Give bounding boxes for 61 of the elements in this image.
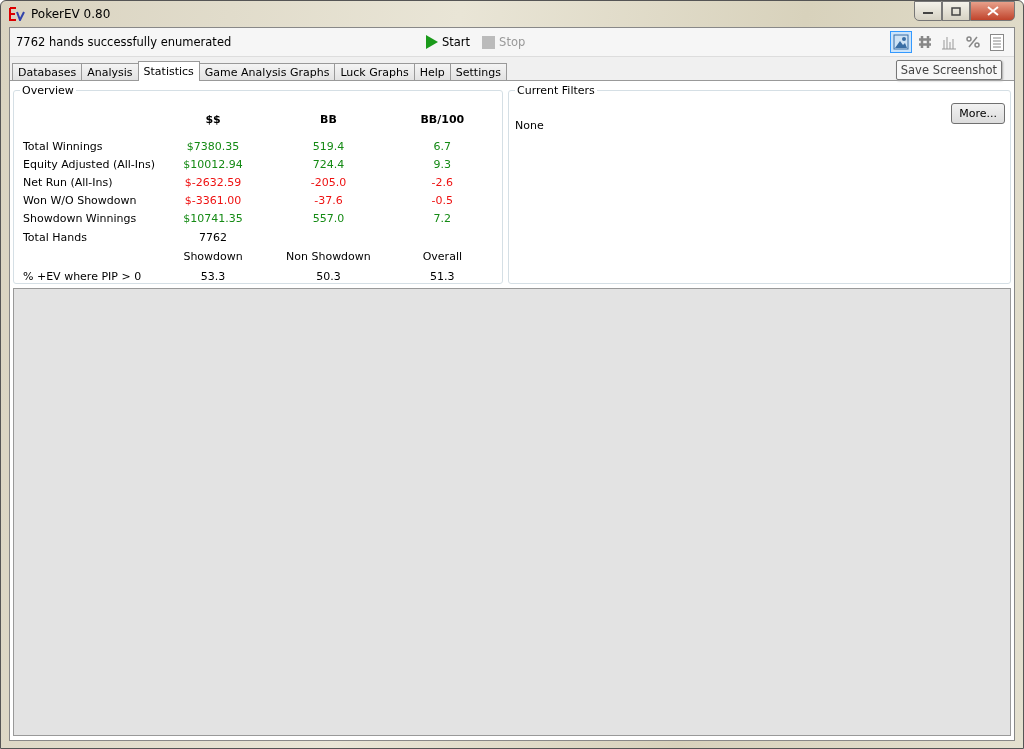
filter-value: None — [515, 119, 545, 132]
minimize-button[interactable] — [914, 1, 942, 21]
list-icon — [990, 33, 1004, 51]
tab[interactable]: Statistics — [137, 61, 200, 81]
table-cell: $-2632.59 — [184, 175, 242, 189]
tab[interactable]: Luck Graphs — [334, 63, 415, 80]
toolbar-button[interactable] — [890, 31, 912, 53]
maximize-icon — [951, 6, 961, 16]
stop-icon — [482, 35, 496, 49]
column-header: $$ — [204, 111, 222, 128]
app-logo-icon — [9, 7, 25, 21]
status-text: 7762 hands successfully enumerated — [16, 35, 233, 49]
table-cell: 557.0 — [312, 212, 345, 226]
start-button[interactable]: Start — [420, 33, 477, 51]
row-label: Equity Adjusted (All-Ins) — [23, 157, 156, 171]
row-label: Total Winnings — [23, 139, 103, 153]
column-header: Showdown — [183, 250, 243, 264]
panel-title: Overview — [21, 84, 75, 97]
close-button[interactable] — [970, 1, 1015, 21]
row-label: Won W/O Showdown — [23, 194, 137, 208]
tab[interactable]: Settings — [449, 63, 507, 80]
table-cell: 7762 — [199, 230, 228, 244]
maximize-button[interactable] — [942, 1, 970, 21]
column-header: Non Showdown — [286, 250, 371, 264]
table-cell: -0.5 — [431, 194, 454, 208]
more-button[interactable]: More... — [951, 103, 1005, 124]
tab[interactable]: Game Analysis Graphs — [198, 63, 336, 80]
table-cell: 724.4 — [312, 157, 345, 171]
hash-icon — [917, 34, 933, 50]
column-header: BB — [319, 111, 338, 128]
table-cell: 51.3 — [430, 269, 455, 283]
bar-chart-icon — [941, 34, 957, 50]
row-label: % +EV where PIP > 0 — [23, 269, 142, 283]
table-cell: 519.4 — [312, 139, 345, 153]
tab[interactable]: Analysis — [81, 63, 139, 80]
table-cell: 7.2 — [433, 212, 452, 226]
panel-title: Current Filters — [516, 84, 596, 97]
table-cell: $10741.35 — [183, 212, 243, 226]
window-title: PokerEV 0.80 — [31, 7, 112, 21]
table-cell: 6.7 — [433, 139, 452, 153]
table-cell: -2.6 — [431, 175, 454, 189]
row-label: Total Hands — [23, 230, 87, 244]
picture-icon — [893, 34, 909, 50]
row-label: Net Run (All-Ins) — [23, 175, 113, 189]
tab[interactable]: Databases — [12, 63, 83, 80]
column-header: Overall — [422, 250, 462, 264]
column-header: BB/100 — [419, 111, 466, 128]
table-cell: $-3361.00 — [184, 194, 242, 208]
row-label: Showdown Winnings — [23, 212, 137, 226]
table-cell: $10012.94 — [183, 157, 243, 171]
tooltip: Save Screenshot — [895, 60, 1002, 80]
table-cell: -37.6 — [314, 194, 343, 208]
tab[interactable]: Help — [413, 63, 451, 80]
table-cell: 50.3 — [316, 269, 341, 283]
table-cell: 53.3 — [200, 269, 226, 283]
close-icon — [986, 6, 999, 16]
table-cell: $7380.35 — [186, 139, 240, 153]
percent-icon — [966, 36, 980, 48]
table-cell: -205.0 — [310, 175, 347, 189]
play-icon — [426, 35, 438, 49]
table-cell: 9.3 — [433, 157, 452, 171]
